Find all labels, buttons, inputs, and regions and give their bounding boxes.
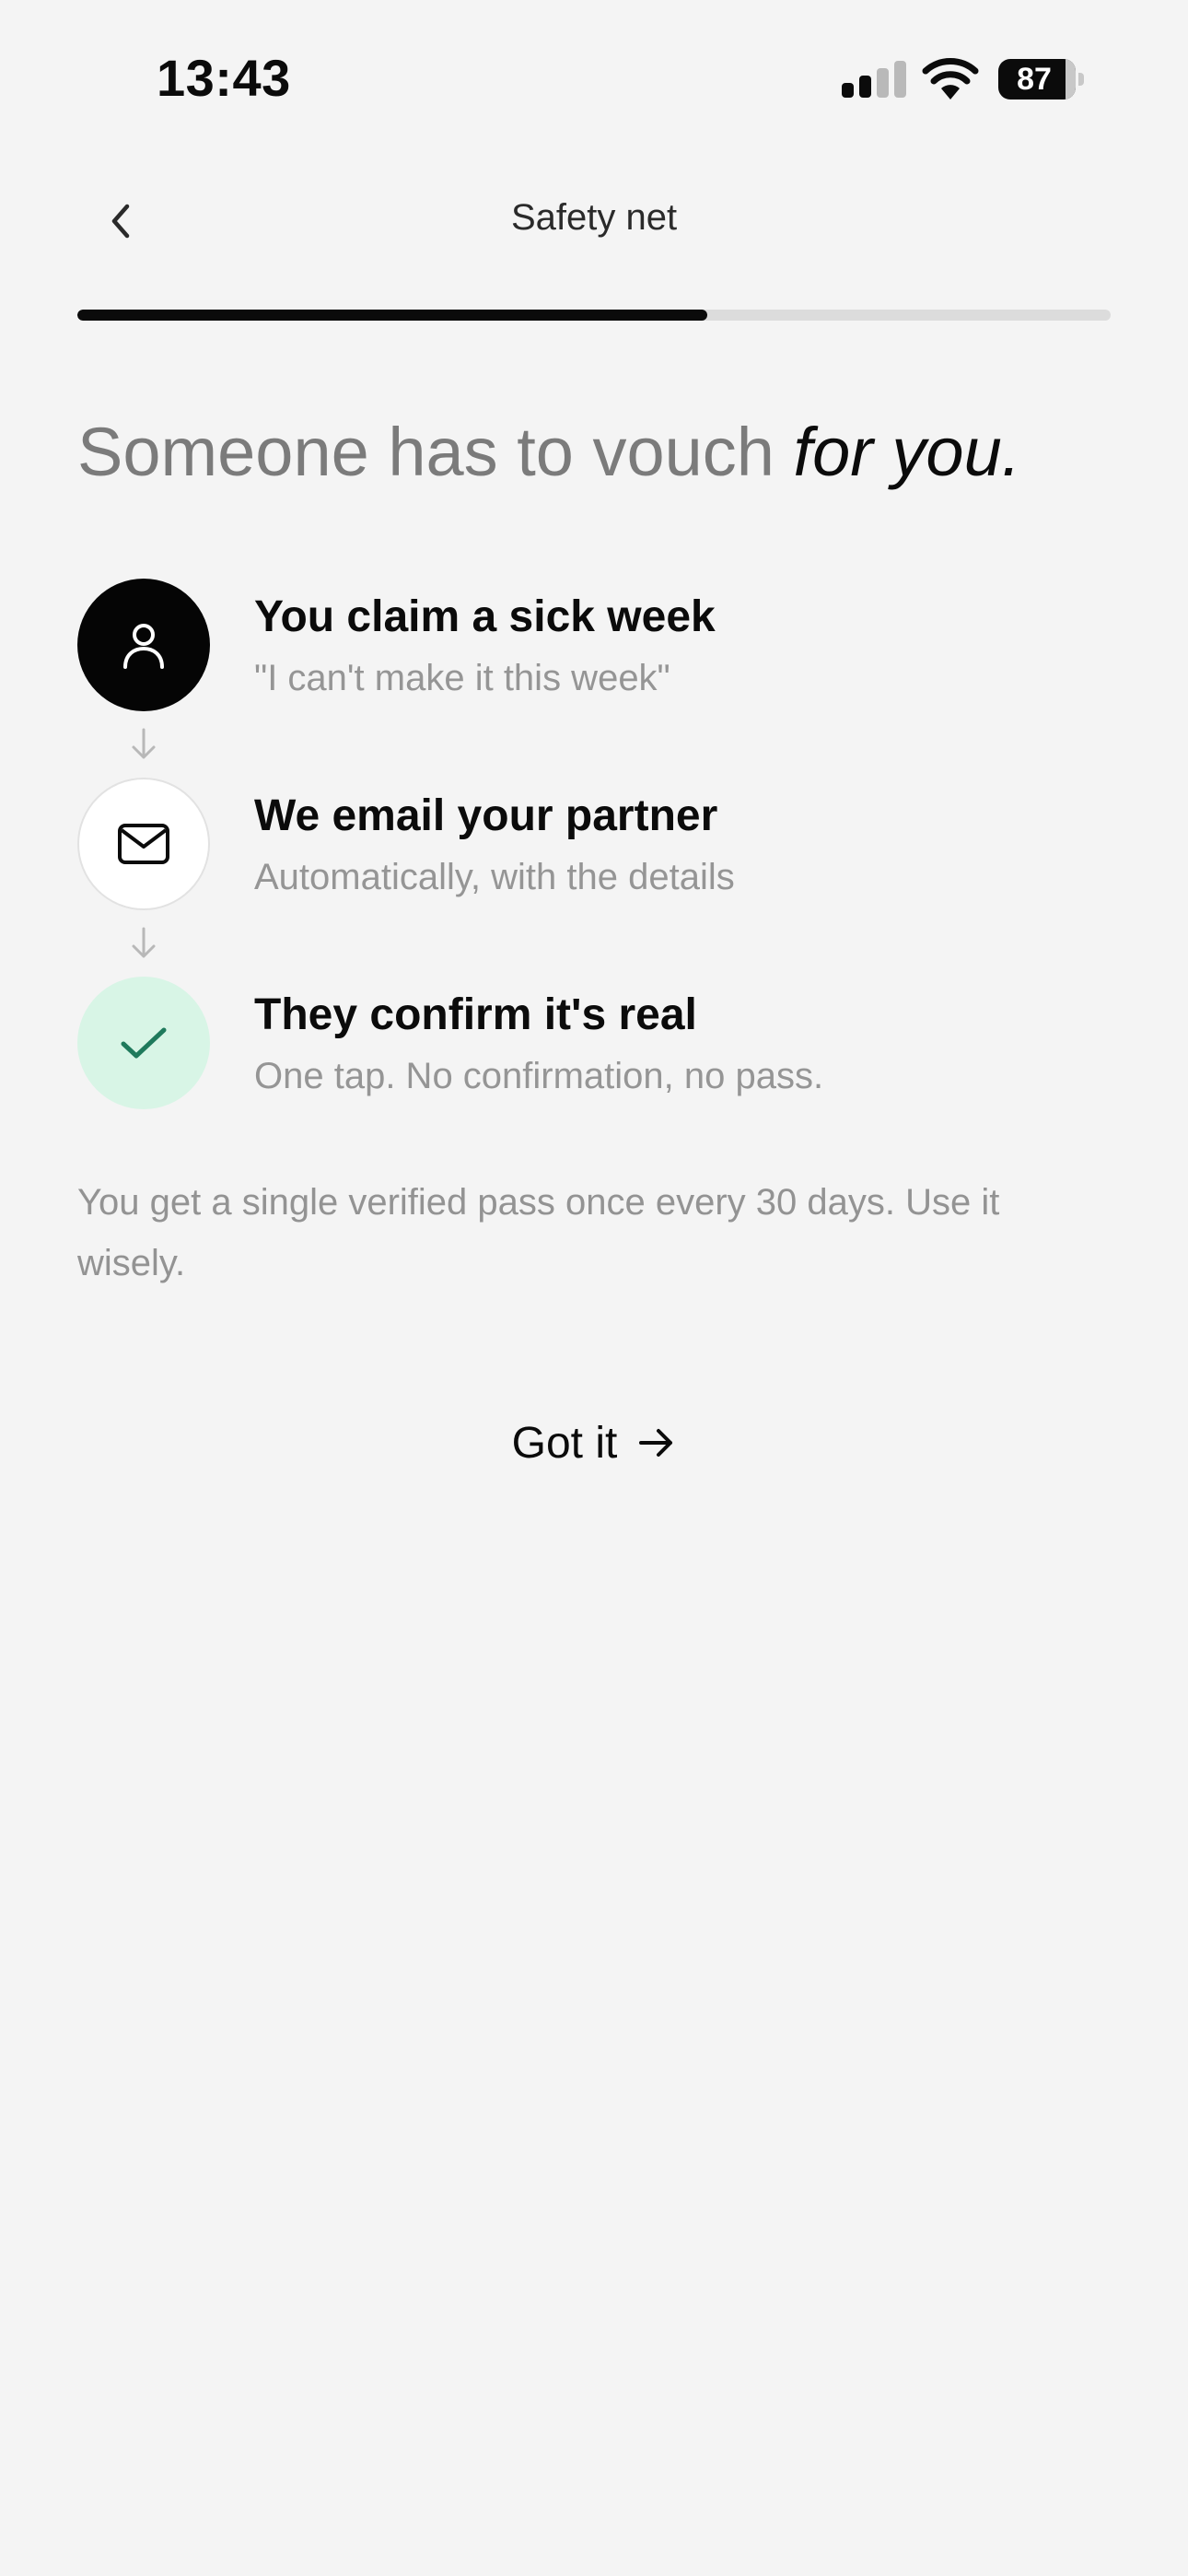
step-subtitle: One tap. No confirmation, no pass.	[254, 1056, 824, 1096]
steps-list: You claim a sick week "I can't make it t…	[77, 579, 1118, 1109]
arrow-down-icon	[132, 927, 156, 958]
step-claim: You claim a sick week "I can't make it t…	[77, 579, 1118, 711]
wifi-icon	[921, 57, 980, 101]
step-confirm: They confirm it's real One tap. No confi…	[77, 977, 1118, 1109]
headline: Someone has to vouch for you.	[77, 411, 1118, 494]
step-title: They confirm it's real	[254, 990, 697, 1039]
progress-bar	[77, 310, 1111, 321]
mail-icon	[118, 824, 169, 864]
step-subtitle: "I can't make it this week"	[254, 658, 670, 698]
arrow-down-icon	[132, 728, 156, 759]
nav-header: Safety net	[0, 175, 1188, 267]
step-email: We email your partner Automatically, wit…	[77, 778, 1118, 910]
status-bar: 13:43 87	[0, 0, 1188, 157]
arrow-right-icon	[639, 1429, 673, 1457]
got-it-button[interactable]: Got it	[479, 1397, 709, 1489]
page-title: Safety net	[510, 197, 678, 238]
headline-emphasis: for you.	[793, 414, 1021, 490]
headline-plain: Someone has to vouch	[77, 414, 794, 490]
cellular-signal-icon	[842, 61, 906, 98]
battery-level: 87	[1017, 62, 1052, 97]
info-note: You get a single verified pass once ever…	[77, 1182, 1000, 1283]
check-icon	[121, 1027, 167, 1059]
battery-icon: 87	[998, 59, 1084, 100]
step-icon-circle	[77, 778, 210, 910]
screen: 13:43 87 Safety net Someone has to vouch…	[0, 0, 1188, 2576]
step-connector	[77, 910, 210, 977]
step-title: We email your partner	[254, 791, 718, 840]
step-connector	[77, 711, 210, 778]
progress-fill	[77, 310, 708, 321]
step-title: You claim a sick week	[254, 592, 716, 641]
got-it-label: Got it	[511, 1418, 618, 1468]
step-icon-circle	[77, 977, 210, 1109]
person-icon	[123, 624, 164, 669]
step-subtitle: Automatically, with the details	[254, 857, 735, 897]
step-icon-circle	[77, 579, 210, 711]
status-time: 13:43	[157, 49, 291, 107]
